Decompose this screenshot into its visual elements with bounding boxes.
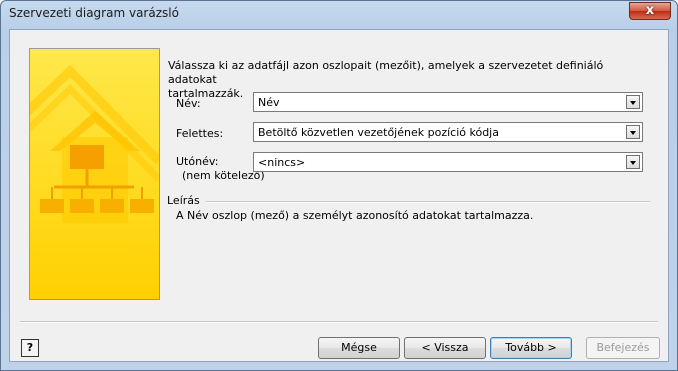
- nev-value: Név: [258, 96, 280, 109]
- finish-button[interactable]: Befejezés: [586, 337, 660, 359]
- felettes-label: Felettes:: [176, 127, 224, 140]
- felettes-dropdown[interactable]: Betöltő közvetlen vezetőjének pozíció kó…: [253, 122, 643, 142]
- utonev-label: Utónév:: [176, 155, 219, 168]
- wizard-banner-image: [29, 48, 160, 300]
- description-text: A Név oszlop (mező) a személyt azonosító…: [176, 209, 534, 222]
- close-icon: x: [645, 3, 655, 18]
- chevron-down-icon[interactable]: [626, 125, 640, 139]
- nev-label: Név:: [176, 97, 201, 110]
- help-button[interactable]: ?: [21, 339, 39, 357]
- help-icon: ?: [26, 341, 34, 354]
- chevron-down-icon[interactable]: [626, 155, 640, 169]
- back-button[interactable]: < Vissza: [404, 337, 486, 359]
- nev-dropdown[interactable]: Név: [253, 92, 643, 112]
- title-bar: Szervezeti diagram varázsló x: [1, 1, 677, 27]
- cancel-button[interactable]: Mégse: [318, 337, 400, 359]
- org-chart-house-illustration: [30, 49, 159, 299]
- footer-divider: [20, 321, 658, 323]
- felettes-value: Betöltő közvetlen vezetőjének pozíció kó…: [258, 126, 499, 139]
- utonev-dropdown[interactable]: <nincs>: [253, 152, 643, 172]
- intro-text-line-1: Válassza ki az adatfájl azon oszlopait (…: [168, 59, 604, 86]
- utonev-value: <nincs>: [258, 156, 306, 169]
- wizard-window: Szervezeti diagram varázsló x Válassza k…: [0, 0, 678, 371]
- close-button[interactable]: x: [629, 2, 671, 20]
- dialog-body: Válassza ki az adatfájl azon oszlopait (…: [9, 29, 669, 362]
- description-heading: Leírás: [167, 194, 200, 207]
- next-button[interactable]: Tovább >: [490, 337, 572, 359]
- description-divider: [206, 201, 650, 203]
- chevron-down-icon[interactable]: [626, 95, 640, 109]
- window-title: Szervezeti diagram varázsló: [9, 6, 179, 20]
